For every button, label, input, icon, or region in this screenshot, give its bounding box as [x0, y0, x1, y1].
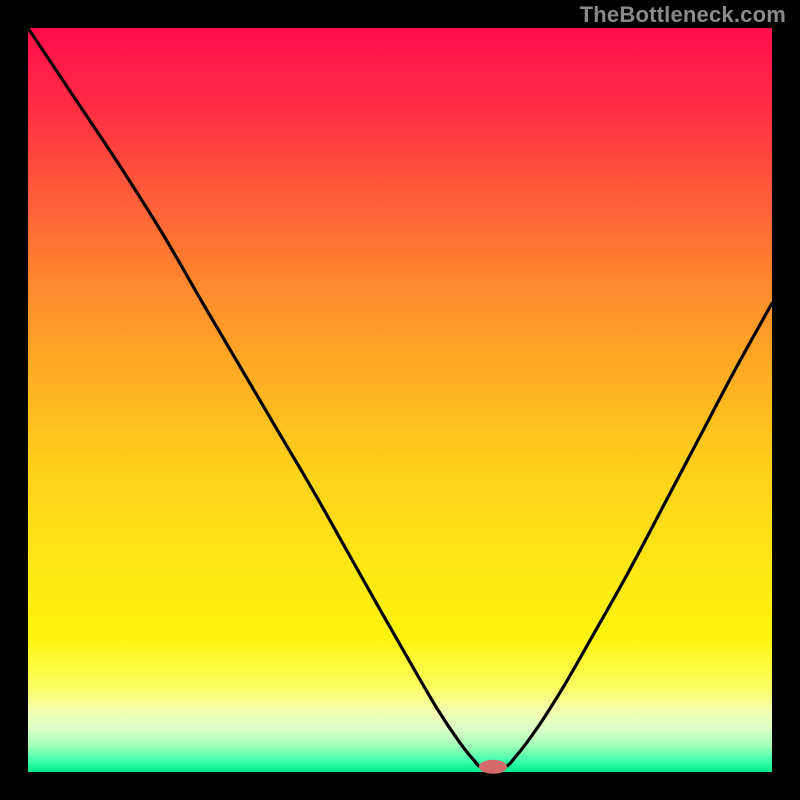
optimal-marker — [479, 760, 507, 774]
chart-frame: { "watermark": "TheBottleneck.com", "plo… — [0, 0, 800, 800]
plot-background — [28, 28, 772, 772]
bottleneck-chart — [0, 0, 800, 800]
